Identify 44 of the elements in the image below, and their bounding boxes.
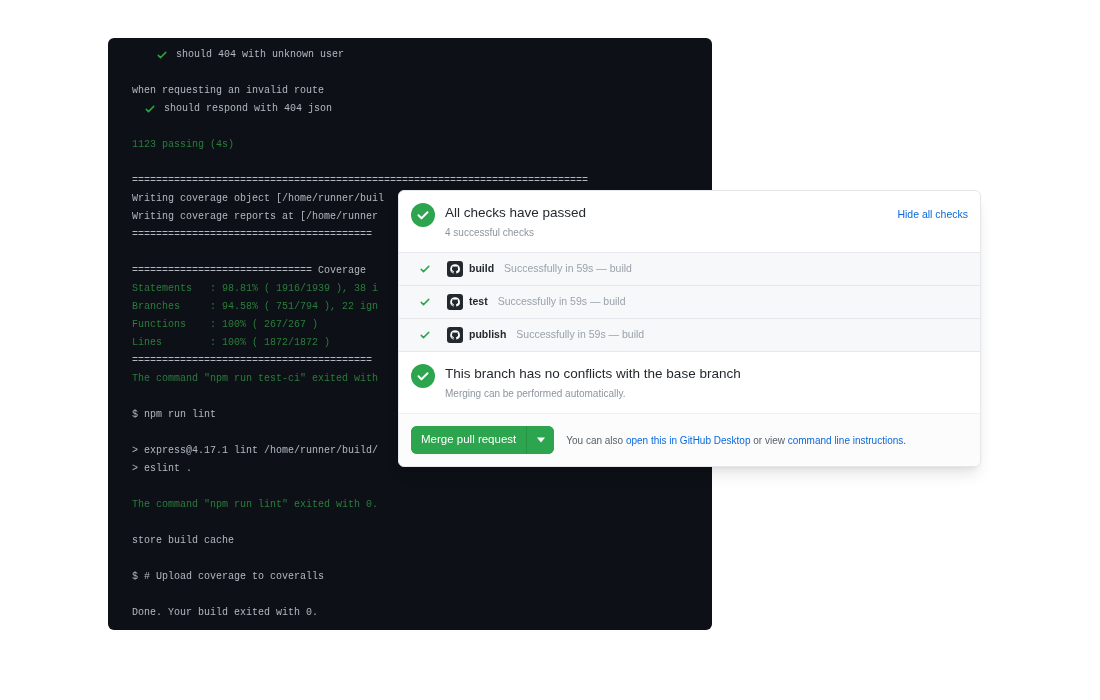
merge-status-title: This branch has no conflicts with the base branch xyxy=(445,365,741,383)
log-line: $ # Upload coverage to coveralls xyxy=(132,571,325,582)
merge-options-button[interactable] xyxy=(526,426,555,454)
log-line: Statements : 98.81% ( 1916/1939 ), 38 i xyxy=(132,283,379,294)
caret-icon xyxy=(536,437,545,443)
log-line: Done. Your build exited with 0. xyxy=(132,607,319,618)
log-line: $ npm run lint xyxy=(132,409,216,420)
checks-title: All checks have passed xyxy=(445,204,588,222)
log-line: > eslint . xyxy=(132,463,192,474)
log-line: Writing coverage object [/home/runner/buil xyxy=(132,193,385,204)
check-status: Successfully in 59s — build xyxy=(516,327,645,343)
log-line: ======================================== xyxy=(132,229,373,240)
check-status: Successfully in 59s — build xyxy=(497,294,626,310)
log-line: should 404 with unknown user xyxy=(176,48,345,62)
log-line: Functions : 100% ( 267/267 ) xyxy=(132,319,319,330)
log-line: ============================== Coverage xyxy=(132,265,367,276)
octocat-icon xyxy=(447,261,463,277)
log-line: store build cache xyxy=(132,535,235,546)
log-line: 1123 passing (4s) xyxy=(132,139,235,150)
log-line: ======================================== xyxy=(132,355,373,366)
check-status: Successfully in 59s — build xyxy=(504,261,632,277)
check-name: test xyxy=(469,294,488,310)
check-name: publish xyxy=(469,327,507,343)
success-icon xyxy=(411,364,435,388)
desktop-link[interactable]: open this in GitHub Desktop xyxy=(625,434,751,446)
success-icon xyxy=(411,203,435,227)
log-line: ============================================================================ xyxy=(132,175,589,186)
check-icon xyxy=(156,49,168,61)
footer-text: You can also open this in GitHub Desktop or view command line instructions. xyxy=(566,433,907,448)
log-line: The command "npm run lint" exited with 0. xyxy=(132,499,379,510)
hide-checks-link[interactable]: Hide all checks xyxy=(897,207,968,223)
check-name: build xyxy=(469,261,495,277)
octocat-icon xyxy=(447,294,463,310)
log-line: when requesting an invalid route xyxy=(132,85,325,96)
checks-subtitle: 4 successful checks xyxy=(445,226,535,240)
log-line: Branches : 94.58% ( 751/794 ), 22 ign xyxy=(132,301,379,312)
log-line: The command "npm run test-ci" exited with xyxy=(132,373,379,384)
log-line: Writing coverage reports at [/home/runner xyxy=(132,211,379,222)
merge-status-subtitle: Merging can be performed automatically. xyxy=(445,387,627,401)
check-icon xyxy=(144,103,156,115)
log-line: should respond with 404 json xyxy=(164,102,333,116)
log-line: > express@4.17.1 lint /home/runner/build/ xyxy=(132,445,379,456)
octocat-icon xyxy=(447,327,463,343)
log-line: Lines : 100% ( 1872/1872 ) xyxy=(132,337,331,348)
